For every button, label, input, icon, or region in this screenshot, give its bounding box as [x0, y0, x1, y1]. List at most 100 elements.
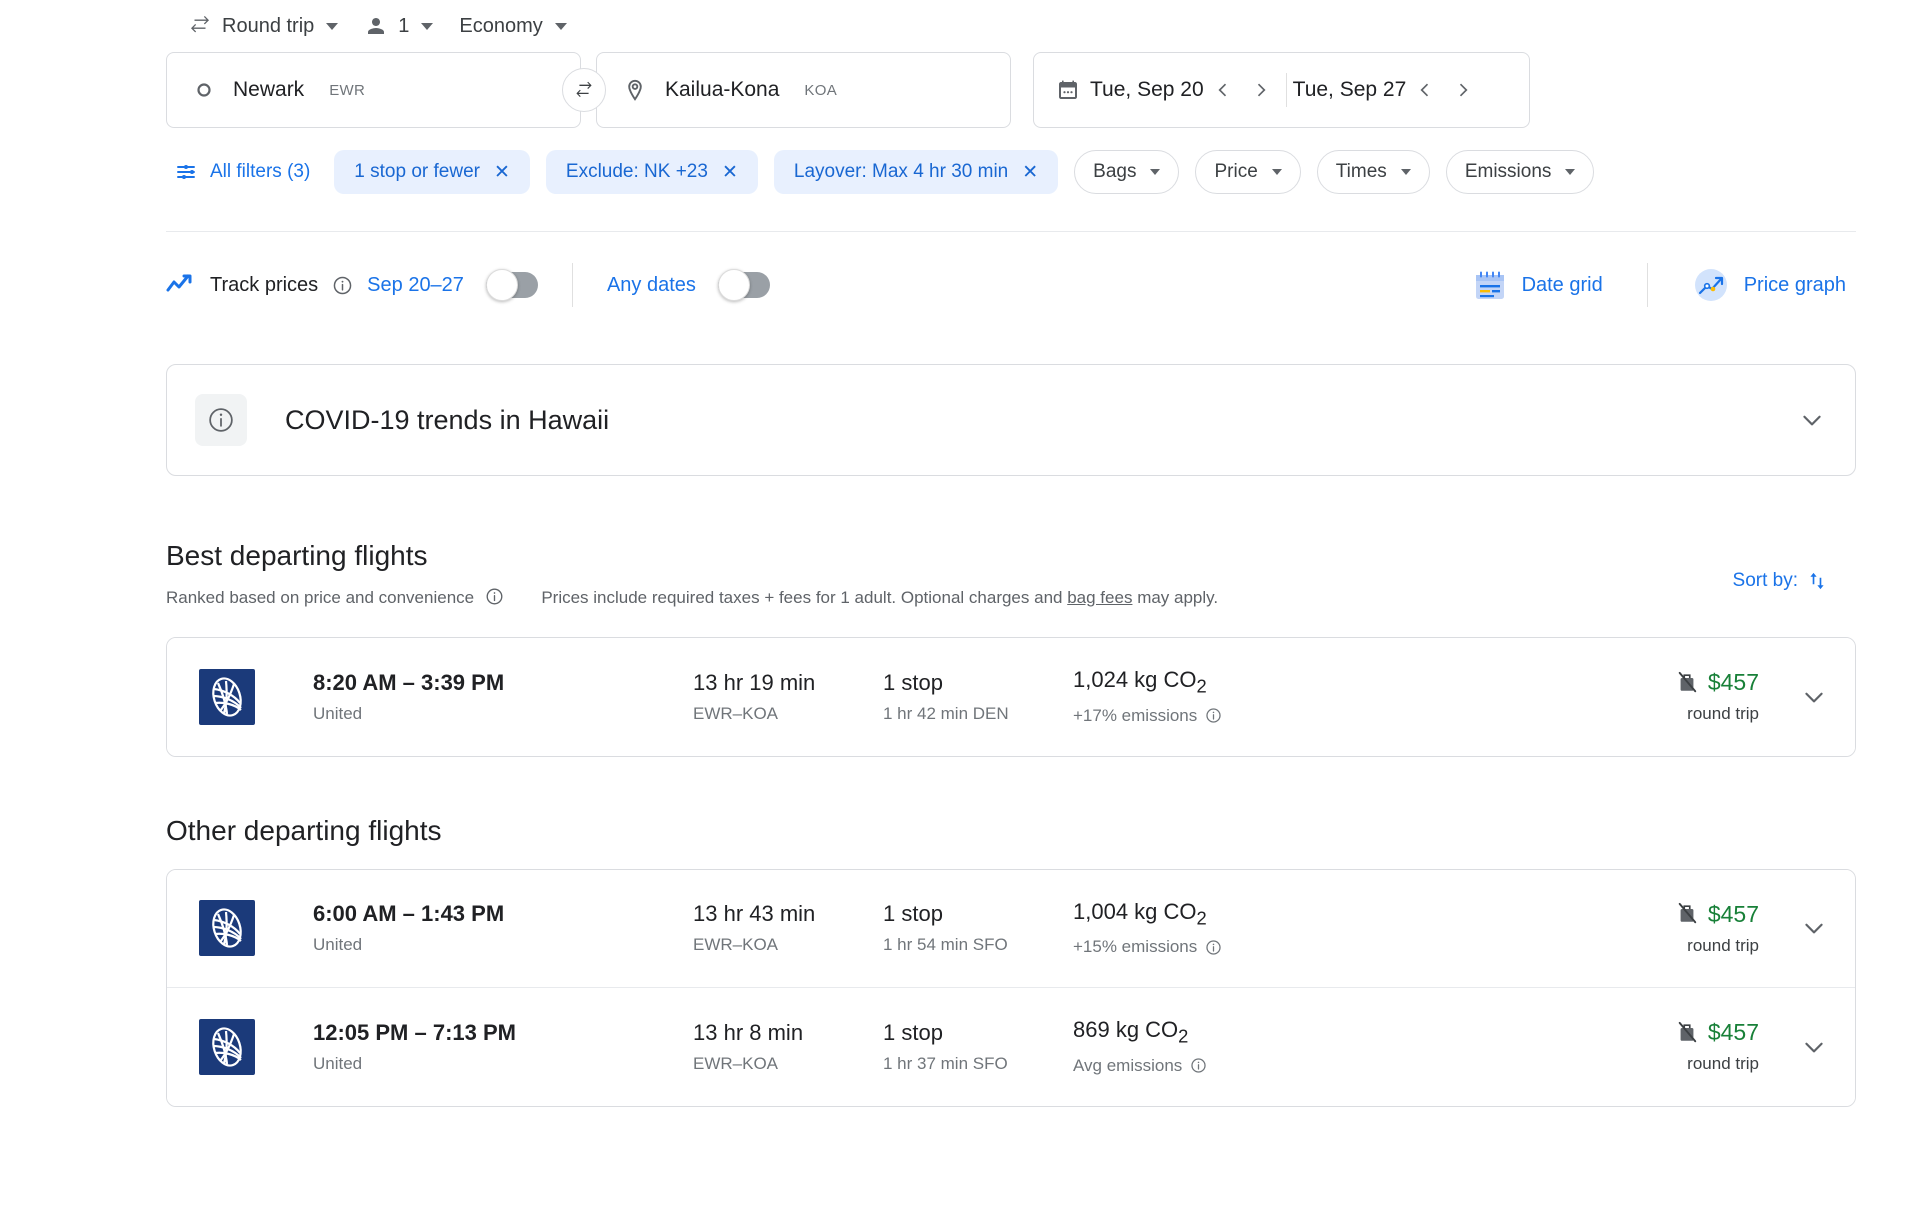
- emissions-info-icon[interactable]: [1190, 1057, 1207, 1074]
- flight-emissions-value: 869 kg CO: [1073, 1017, 1178, 1042]
- all-filters-label: All filters (3): [210, 161, 310, 183]
- filter-dropdown-times[interactable]: Times: [1317, 150, 1430, 194]
- search-form: Newark EWR Kailua-Kona KOA: [166, 52, 1826, 128]
- filter-dropdown-emissions[interactable]: Emissions: [1446, 150, 1595, 194]
- origin-value: Newark: [233, 78, 304, 102]
- flight-emissions: 1,024 kg CO2: [1073, 667, 1403, 697]
- flight-stops-column: 1 stop 1 hr 42 min DEN: [883, 670, 1073, 724]
- best-flights-list: 8:20 AM – 3:39 PM United 13 hr 19 min EW…: [166, 637, 1856, 757]
- origin-input[interactable]: Newark EWR: [166, 52, 581, 128]
- flight-row[interactable]: 8:20 AM – 3:39 PM United 13 hr 19 min EW…: [167, 638, 1855, 756]
- date-range-group: Tue, Sep 20 Tue, Sep 27: [1033, 52, 1530, 128]
- filter-dropdown-price[interactable]: Price: [1195, 150, 1300, 194]
- flight-times-column: 12:05 PM – 7:13 PM United: [313, 1020, 693, 1074]
- flight-row[interactable]: 6:00 AM – 1:43 PM United 13 hr 43 min EW…: [167, 870, 1855, 988]
- best-flights-header: Best departing flights Ranked based on p…: [166, 540, 1856, 611]
- info-icon: [207, 406, 235, 434]
- filter-chip-layover-label: Layover: Max 4 hr 30 min: [794, 161, 1008, 183]
- person-icon: [364, 14, 388, 38]
- swap-origin-destination-button[interactable]: [562, 68, 606, 112]
- flight-row[interactable]: 12:05 PM – 7:13 PM United 13 hr 8 min EW…: [167, 988, 1855, 1106]
- all-filters-button[interactable]: All filters (3): [166, 154, 318, 190]
- chevron-down-icon: [421, 23, 433, 30]
- filter-chip-layover[interactable]: Layover: Max 4 hr 30 min ✕: [774, 150, 1058, 194]
- price-line: $457: [1676, 669, 1759, 696]
- emissions-info-icon[interactable]: [1205, 707, 1222, 724]
- united-airlines-logo-icon: [199, 900, 255, 956]
- chevron-down-icon: [326, 23, 338, 30]
- filter-dropdown-bags[interactable]: Bags: [1074, 150, 1179, 194]
- track-prices-info-icon[interactable]: [332, 275, 353, 296]
- flight-stops: 1 stop: [883, 1020, 1073, 1046]
- any-dates-label: Any dates: [607, 274, 696, 297]
- departure-next-day-button[interactable]: [1242, 71, 1280, 109]
- sort-arrows-icon: [1806, 570, 1828, 592]
- united-airlines-logo-icon: [199, 669, 255, 725]
- flight-expand-chevron-down-icon[interactable]: [1801, 1034, 1827, 1060]
- flight-airline: United: [313, 704, 693, 724]
- filter-dropdown-emissions-label: Emissions: [1465, 161, 1552, 183]
- remove-airlines-filter-icon[interactable]: ✕: [722, 163, 738, 182]
- tune-icon: [174, 160, 198, 184]
- flight-duration-column: 13 hr 43 min EWR–KOA: [693, 901, 883, 955]
- ranked-text: Ranked based on price and convenience: [166, 588, 474, 607]
- toggle-knob: [718, 269, 750, 301]
- flight-airline: United: [313, 935, 693, 955]
- emissions-info-icon[interactable]: [1205, 939, 1222, 956]
- origin-code: EWR: [329, 82, 365, 99]
- departure-date-field[interactable]: Tue, Sep 20: [1056, 78, 1204, 102]
- co2-subscript: 2: [1178, 1026, 1188, 1047]
- flight-emissions-column: 1,024 kg CO2 +17% emissions: [1073, 667, 1403, 725]
- price-line: $457: [1676, 1019, 1759, 1046]
- chevron-down-icon: [555, 23, 567, 30]
- date-grid-button[interactable]: Date grid: [1462, 262, 1613, 308]
- filter-chip-airlines-label: Exclude: NK +23: [566, 161, 708, 183]
- flight-duration: 13 hr 19 min: [693, 670, 883, 696]
- flight-route: EWR–KOA: [693, 1054, 883, 1074]
- ranking-info-icon[interactable]: [485, 587, 504, 606]
- flight-duration: 13 hr 43 min: [693, 901, 883, 927]
- chevron-left-icon: [1415, 80, 1435, 100]
- covid-expand-chevron-down-icon[interactable]: [1799, 407, 1825, 433]
- departure-prev-day-button[interactable]: [1204, 71, 1242, 109]
- cabin-class-label: Economy: [459, 15, 542, 38]
- flight-price-column: $457 round trip: [1676, 901, 1759, 956]
- flight-times: 12:05 PM – 7:13 PM: [313, 1020, 693, 1046]
- covid-trends-card[interactable]: COVID-19 trends in Hawaii: [166, 364, 1856, 476]
- flight-emissions-delta-row: Avg emissions: [1073, 1056, 1403, 1076]
- sort-by-button[interactable]: Sort by:: [1733, 570, 1828, 592]
- flight-airline: United: [313, 1054, 693, 1074]
- return-next-day-button[interactable]: [1444, 71, 1482, 109]
- departure-date-value: Tue, Sep 20: [1090, 78, 1204, 102]
- cabin-class-selector[interactable]: Economy: [449, 9, 576, 44]
- united-airlines-logo-icon: [199, 1019, 255, 1075]
- flight-expand-chevron-down-icon[interactable]: [1801, 684, 1827, 710]
- any-dates-toggle[interactable]: [718, 272, 770, 298]
- flight-emissions-delta-row: +17% emissions: [1073, 706, 1403, 726]
- remove-layover-filter-icon[interactable]: ✕: [1022, 163, 1038, 182]
- flight-emissions-delta: +17% emissions: [1073, 706, 1197, 726]
- section-divider: [166, 231, 1856, 232]
- flight-expand-chevron-down-icon[interactable]: [1801, 915, 1827, 941]
- filter-chip-airlines[interactable]: Exclude: NK +23 ✕: [546, 150, 758, 194]
- covid-info-icon-box: [195, 394, 247, 446]
- flight-duration-column: 13 hr 19 min EWR–KOA: [693, 670, 883, 724]
- chevron-down-icon: [1401, 169, 1411, 175]
- bag-fees-link[interactable]: bag fees: [1067, 588, 1132, 607]
- trip-type-selector[interactable]: Round trip: [178, 8, 348, 44]
- destination-input[interactable]: Kailua-Kona KOA: [596, 52, 1011, 128]
- chevron-down-icon: [1150, 169, 1160, 175]
- return-prev-day-button[interactable]: [1406, 71, 1444, 109]
- track-prices-toggle[interactable]: [486, 272, 538, 298]
- remove-stops-filter-icon[interactable]: ✕: [494, 163, 510, 182]
- flights-page: Round trip 1 Economy: [0, 6, 1920, 1215]
- return-date-field[interactable]: Tue, Sep 27: [1293, 78, 1407, 102]
- covid-card-title: COVID-19 trends in Hawaii: [285, 405, 609, 436]
- price-graph-button[interactable]: Price graph: [1682, 260, 1856, 310]
- flight-price-column: $457 round trip: [1676, 669, 1759, 724]
- filter-dropdown-price-label: Price: [1214, 161, 1257, 183]
- passengers-selector[interactable]: 1: [354, 8, 443, 44]
- flight-price-note: round trip: [1676, 1054, 1759, 1074]
- filter-chip-stops[interactable]: 1 stop or fewer ✕: [334, 150, 530, 194]
- flight-stops-column: 1 stop 1 hr 37 min SFO: [883, 1020, 1073, 1074]
